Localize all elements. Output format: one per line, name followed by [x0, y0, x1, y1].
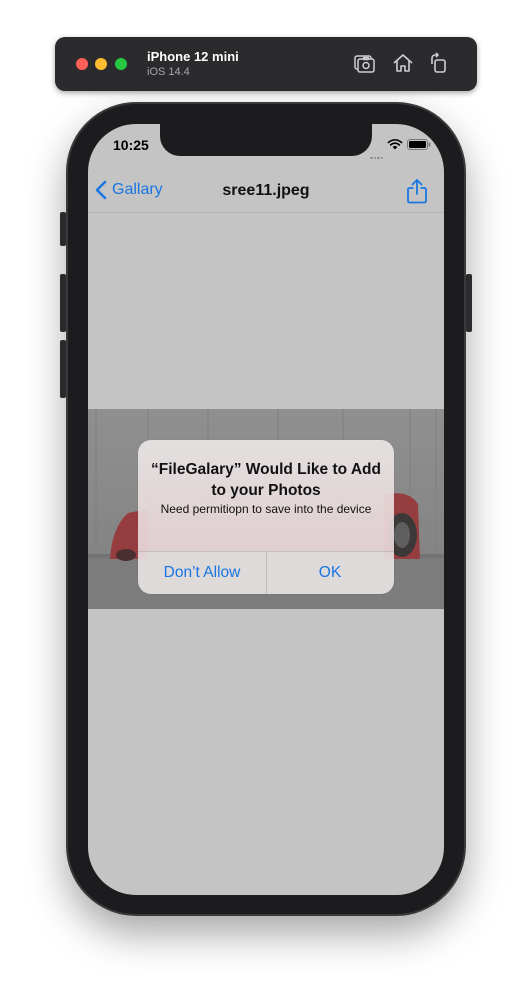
zoom-window-button[interactable]	[115, 58, 127, 70]
home-button[interactable]	[391, 51, 415, 75]
notch	[160, 124, 372, 156]
nav-title: sree11.jpeg	[222, 182, 310, 199]
camera-screenshot-icon	[354, 55, 375, 73]
battery-icon	[407, 139, 431, 150]
navigation-bar: Gallary sree11.jpeg	[88, 164, 444, 213]
wifi-icon	[387, 139, 403, 150]
alert-message: Need permitiopn to save into the device	[160, 502, 372, 516]
power-button	[466, 274, 472, 332]
rotate-button[interactable]	[427, 51, 451, 75]
device-name: iPhone 12 mini	[147, 49, 239, 64]
close-window-button[interactable]	[76, 58, 88, 70]
minimize-window-button[interactable]	[95, 58, 107, 70]
cellular-signal-icon	[370, 146, 384, 159]
permission-alert: “FileGalary” Would Like to Add to your P…	[138, 440, 394, 594]
ok-button[interactable]: OK	[266, 552, 394, 594]
share-icon[interactable]	[406, 178, 428, 204]
simulator-toolbar: iPhone 12 mini iOS 14.4	[55, 37, 477, 91]
screenshot-button[interactable]	[352, 51, 376, 75]
alert-title: “FileGalary” Would Like to Add to your P…	[151, 461, 381, 499]
home-icon	[393, 54, 413, 72]
dont-allow-button[interactable]: Don’t Allow	[138, 552, 266, 594]
rotate-icon	[431, 52, 446, 73]
phone-screen: 10:25 Gallary sree11.jpeg “FileGalary” W…	[88, 124, 444, 895]
os-version: iOS 14.4	[147, 66, 190, 78]
status-time: 10:25	[113, 137, 149, 153]
